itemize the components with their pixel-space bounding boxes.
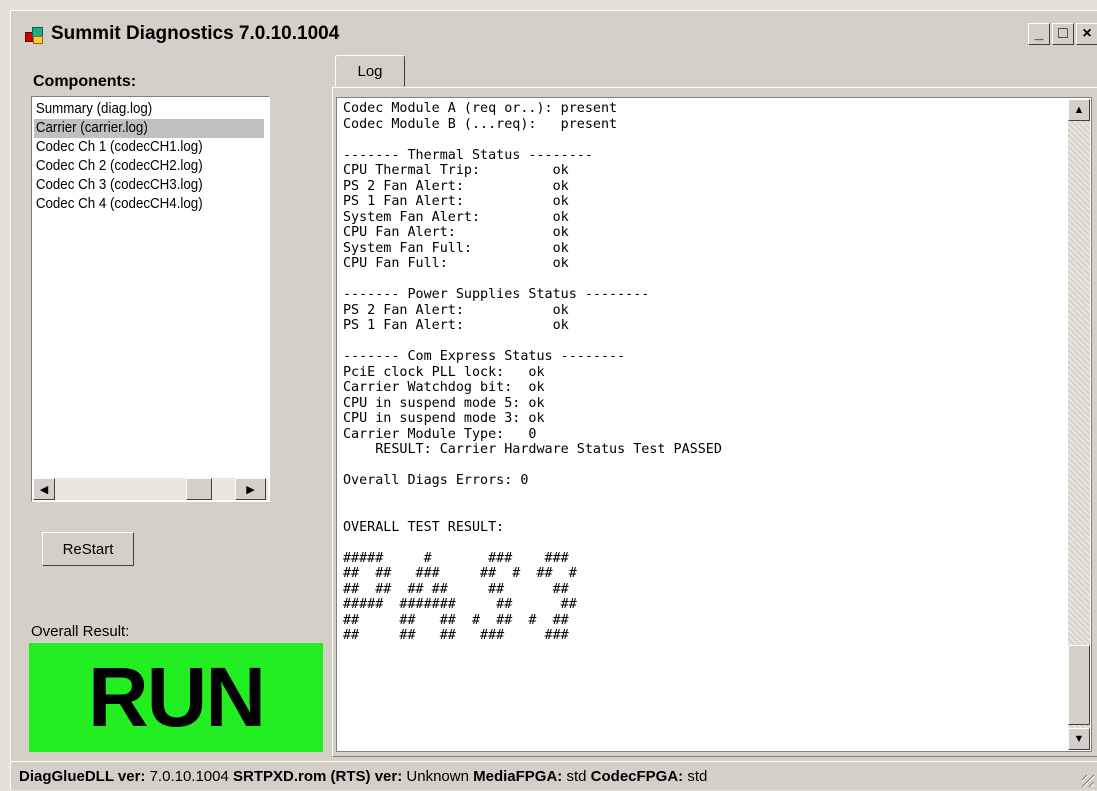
restart-button[interactable]: ReStart — [42, 532, 134, 566]
log-line: Codec Module A (req or..): present — [343, 101, 618, 116]
log-line: System Fan Alert: ok — [343, 209, 569, 225]
log-line: CPU Thermal Trip: ok — [343, 163, 569, 178]
log-line: Overall Diags Errors: 0 — [343, 473, 529, 488]
codecfpga-value: std — [687, 768, 708, 785]
component-item-carrier[interactable]: Carrier (carrier.log) — [34, 119, 264, 138]
scroll-right-icon[interactable]: ▶ — [235, 478, 266, 500]
log-line: ------- Com Express Status -------- — [343, 349, 626, 364]
log-line: PciE clock PLL lock: ok — [343, 364, 545, 380]
horizontal-scrollbar[interactable]: ◀ ▶ — [33, 478, 268, 500]
components-label: Components: — [33, 73, 137, 90]
overall-result-indicator: RUN — [29, 643, 323, 752]
log-line: PS 1 Fan Alert: ok — [343, 318, 569, 333]
component-item-codec-ch2[interactable]: Codec Ch 2 (codecCH2.log) — [34, 157, 248, 176]
diagglue-version-label: DiagGlueDLL ver: — [19, 768, 146, 785]
log-line: CPU in suspend mode 3: ok — [343, 411, 545, 426]
maximize-button[interactable]: □ — [1052, 23, 1074, 45]
minimize-button[interactable]: _ — [1028, 23, 1050, 45]
log-content: Codec Module A (req or..): present Codec… — [337, 98, 1091, 647]
log-line: Codec Module B (...req): present — [343, 116, 618, 132]
component-item-codec-ch1[interactable]: Codec Ch 1 (codecCH1.log) — [34, 138, 248, 157]
log-line: CPU Fan Full: ok — [343, 256, 569, 271]
log-line: System Fan Full: ok — [343, 240, 569, 256]
component-item-codec-ch3[interactable]: Codec Ch 3 (codecCH3.log) — [34, 176, 248, 195]
log-line: ## ## ## ## ## ## — [343, 581, 569, 597]
scroll-up-icon[interactable]: ▲ — [1068, 99, 1090, 121]
window-controls: _ □ × — [1026, 23, 1097, 45]
status-bar: DiagGlueDLL ver: 7.0.10.1004 SRTPXD.rom … — [11, 761, 1097, 791]
window-title: Summit Diagnostics 7.0.10.1004 — [51, 23, 340, 44]
log-line: Carrier Module Type: 0 — [343, 426, 537, 442]
log-line: ------- Thermal Status -------- — [343, 147, 593, 163]
log-line: RESULT: Carrier Hardware Status Test PAS… — [343, 442, 722, 457]
overall-result-value: RUN — [88, 650, 266, 744]
scrollbar-thumb[interactable] — [186, 478, 212, 500]
diagglue-version-value: 7.0.10.1004 — [149, 768, 229, 785]
log-line: ##### # ### ### — [343, 550, 569, 566]
log-line: PS 2 Fan Alert: ok — [343, 302, 569, 318]
scroll-left-icon[interactable]: ◀ — [33, 478, 55, 500]
close-button[interactable]: × — [1076, 23, 1097, 45]
log-line: ##### ####### ## ## — [343, 597, 577, 612]
component-item-summary[interactable]: Summary (diag.log) — [34, 100, 248, 119]
log-line: CPU Fan Alert: ok — [343, 225, 569, 240]
log-line: ## ## ## # ## # ## — [343, 612, 569, 628]
log-line: OVERALL TEST RESULT: — [343, 519, 505, 535]
log-line: Carrier Watchdog bit: ok — [343, 380, 545, 395]
log-line: CPU in suspend mode 5: ok — [343, 395, 545, 411]
log-line: PS 1 Fan Alert: ok — [343, 194, 569, 209]
tab-log[interactable]: Log — [335, 55, 405, 87]
main-window: Summit Diagnostics 7.0.10.1004 _ □ × Com… — [10, 10, 1097, 790]
log-textbox[interactable]: Codec Module A (req or..): present Codec… — [336, 97, 1092, 752]
component-item-codec-ch4[interactable]: Codec Ch 4 (codecCH4.log) — [34, 195, 248, 214]
srtpxd-version-value: Unknown — [406, 768, 469, 785]
overall-result-label: Overall Result: — [31, 623, 130, 640]
codecfpga-label: CodecFPGA: — [590, 768, 684, 785]
app-icon — [25, 27, 43, 44]
log-line: ## ## ### ## # ## # — [343, 566, 577, 581]
resize-grip-icon[interactable] — [1082, 775, 1094, 787]
components-listbox[interactable]: Summary (diag.log) Carrier (carrier.log)… — [31, 96, 270, 502]
mediafpga-label: MediaFPGA: — [473, 768, 563, 785]
vertical-scrollbar[interactable]: ▲ ▼ — [1068, 99, 1090, 750]
log-line: ## ## ## ### ### — [343, 628, 569, 643]
log-line: PS 2 Fan Alert: ok — [343, 178, 569, 194]
mediafpga-value: std — [566, 768, 587, 785]
vertical-scrollbar-thumb[interactable] — [1068, 645, 1090, 725]
title-bar[interactable]: Summit Diagnostics 7.0.10.1004 _ □ × — [11, 11, 1097, 55]
log-line: ------- Power Supplies Status -------- — [343, 287, 650, 302]
scroll-down-icon[interactable]: ▼ — [1068, 728, 1090, 750]
srtpxd-version-label: SRTPXD.rom (RTS) ver: — [233, 768, 403, 785]
